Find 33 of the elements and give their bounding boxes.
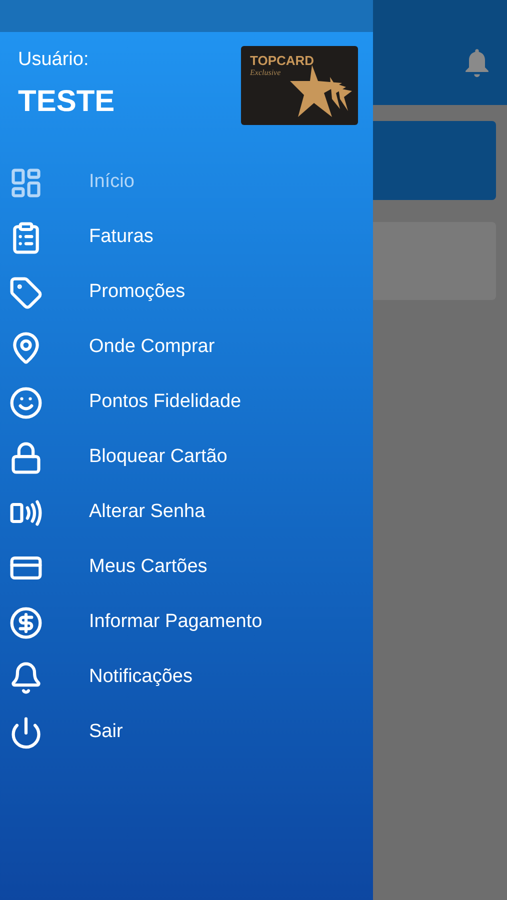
menu-item[interactable]: Pontos Fidelidade (0, 375, 373, 430)
menu-item[interactable]: Sair (0, 705, 373, 760)
tag-icon (9, 276, 43, 310)
menu-item[interactable]: Onde Comprar (0, 320, 373, 375)
menu-label: Notificações (89, 665, 192, 690)
menu-label: Promoções (89, 280, 186, 304)
menu-label: Meus Cartões (89, 555, 208, 580)
bell-icon[interactable] (463, 48, 491, 80)
menu-item[interactable]: Faturas (0, 210, 373, 265)
card-tagline: Exclusive (250, 69, 281, 77)
menu-item[interactable]: Bloquear Cartão (0, 430, 373, 485)
menu-item[interactable]: Informar Pagamento (0, 595, 373, 650)
card-brand: TOPCARD (250, 54, 316, 67)
menu-label: Faturas (89, 225, 154, 250)
menu-label: Pontos Fidelidade (89, 390, 242, 414)
menu-label: Início (89, 170, 134, 194)
menu-item[interactable]: Alterar Senha (0, 485, 373, 540)
dashboard-icon (9, 166, 43, 200)
menu-label: Informar Pagamento (89, 610, 262, 634)
menu-label: Bloquear Cartão (89, 445, 228, 470)
smiley-icon (9, 386, 43, 420)
menu-item[interactable]: Notificações (0, 650, 373, 705)
dollar-icon (9, 606, 43, 640)
menu-item[interactable]: Promoções (0, 265, 373, 320)
user-label: Usuário: (18, 48, 90, 72)
power-icon (9, 716, 43, 750)
menu-item[interactable]: Meus Cartões (0, 540, 373, 595)
menu-label: Sair (89, 720, 123, 744)
menu-label: Onde Comprar (89, 335, 215, 360)
menu-label: Alterar Senha (89, 500, 206, 524)
lock-icon (9, 440, 43, 474)
user-name: TESTE (18, 84, 115, 120)
bell-icon (9, 660, 43, 694)
